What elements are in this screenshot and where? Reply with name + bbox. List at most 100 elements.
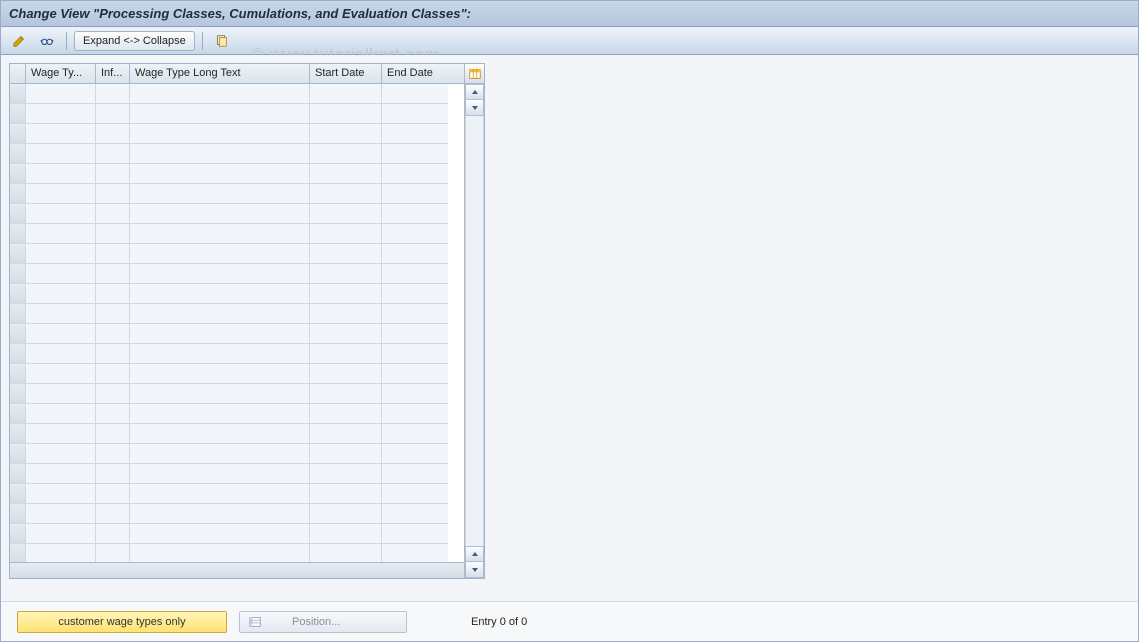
table-cell[interactable]	[310, 384, 382, 404]
table-cell[interactable]	[382, 344, 448, 364]
table-row[interactable]	[10, 384, 464, 404]
table-cell[interactable]	[310, 224, 382, 244]
table-cell[interactable]	[26, 104, 96, 124]
copy-button[interactable]	[210, 31, 234, 51]
table-row[interactable]	[10, 224, 464, 244]
table-cell[interactable]	[10, 144, 26, 164]
table-cell[interactable]	[310, 544, 382, 562]
table-cell[interactable]	[382, 244, 448, 264]
table-cell[interactable]	[26, 344, 96, 364]
table-row[interactable]	[10, 164, 464, 184]
table-cell[interactable]	[26, 124, 96, 144]
table-cell[interactable]	[130, 104, 310, 124]
table-cell[interactable]	[26, 304, 96, 324]
table-cell[interactable]	[130, 504, 310, 524]
table-cell[interactable]	[382, 464, 448, 484]
table-cell[interactable]	[26, 164, 96, 184]
column-end-date[interactable]: End Date	[382, 64, 448, 83]
table-cell[interactable]	[382, 304, 448, 324]
table-row[interactable]	[10, 444, 464, 464]
table-cell[interactable]	[310, 444, 382, 464]
table-cell[interactable]	[26, 424, 96, 444]
expand-collapse-button[interactable]: Expand <-> Collapse	[74, 31, 195, 51]
table-cell[interactable]	[96, 324, 130, 344]
scroll-up-button[interactable]	[465, 84, 484, 100]
table-cell[interactable]	[310, 484, 382, 504]
column-selector[interactable]	[10, 64, 26, 83]
table-cell[interactable]	[10, 284, 26, 304]
table-cell[interactable]	[96, 544, 130, 562]
table-cell[interactable]	[310, 344, 382, 364]
table-cell[interactable]	[382, 224, 448, 244]
table-cell[interactable]	[26, 284, 96, 304]
table-cell[interactable]	[10, 384, 26, 404]
column-inf[interactable]: Inf...	[96, 64, 130, 83]
table-cell[interactable]	[26, 144, 96, 164]
table-cell[interactable]	[310, 464, 382, 484]
table-cell[interactable]	[96, 304, 130, 324]
table-cell[interactable]	[130, 124, 310, 144]
table-cell[interactable]	[130, 464, 310, 484]
table-cell[interactable]	[382, 124, 448, 144]
table-cell[interactable]	[382, 264, 448, 284]
table-cell[interactable]	[26, 524, 96, 544]
table-cell[interactable]	[26, 244, 96, 264]
table-cell[interactable]	[10, 124, 26, 144]
scroll-down-button[interactable]	[465, 562, 484, 578]
table-cell[interactable]	[130, 144, 310, 164]
table-cell[interactable]	[96, 184, 130, 204]
table-row[interactable]	[10, 284, 464, 304]
table-cell[interactable]	[26, 384, 96, 404]
table-row[interactable]	[10, 124, 464, 144]
table-cell[interactable]	[130, 424, 310, 444]
table-cell[interactable]	[96, 524, 130, 544]
table-row[interactable]	[10, 464, 464, 484]
table-cell[interactable]	[130, 524, 310, 544]
scroll-down-small-button[interactable]	[465, 100, 484, 116]
table-cell[interactable]	[96, 104, 130, 124]
table-cell[interactable]	[130, 304, 310, 324]
table-cell[interactable]	[96, 384, 130, 404]
table-cell[interactable]	[96, 424, 130, 444]
table-cell[interactable]	[96, 84, 130, 104]
table-cell[interactable]	[10, 524, 26, 544]
table-cell[interactable]	[10, 464, 26, 484]
table-cell[interactable]	[382, 384, 448, 404]
table-cell[interactable]	[10, 164, 26, 184]
table-row[interactable]	[10, 364, 464, 384]
table-cell[interactable]	[10, 504, 26, 524]
table-cell[interactable]	[382, 104, 448, 124]
column-start-date[interactable]: Start Date	[310, 64, 382, 83]
table-cell[interactable]	[26, 84, 96, 104]
table-cell[interactable]	[10, 544, 26, 562]
table-row[interactable]	[10, 144, 464, 164]
table-cell[interactable]	[382, 144, 448, 164]
table-cell[interactable]	[310, 164, 382, 184]
table-settings-button[interactable]	[465, 64, 484, 84]
table-cell[interactable]	[310, 244, 382, 264]
table-cell[interactable]	[310, 504, 382, 524]
table-row[interactable]	[10, 484, 464, 504]
table-cell[interactable]	[130, 544, 310, 562]
table-cell[interactable]	[310, 364, 382, 384]
table-cell[interactable]	[130, 484, 310, 504]
table-row[interactable]	[10, 244, 464, 264]
table-cell[interactable]	[382, 364, 448, 384]
table-cell[interactable]	[26, 504, 96, 524]
table-cell[interactable]	[10, 484, 26, 504]
table-cell[interactable]	[10, 404, 26, 424]
table-cell[interactable]	[310, 84, 382, 104]
scroll-track[interactable]	[465, 116, 484, 546]
table-row[interactable]	[10, 204, 464, 224]
table-row[interactable]	[10, 344, 464, 364]
table-cell[interactable]	[96, 224, 130, 244]
table-cell[interactable]	[10, 304, 26, 324]
table-cell[interactable]	[130, 184, 310, 204]
table-cell[interactable]	[130, 84, 310, 104]
table-cell[interactable]	[130, 244, 310, 264]
table-cell[interactable]	[26, 264, 96, 284]
table-cell[interactable]	[96, 244, 130, 264]
edit-button[interactable]	[7, 31, 31, 51]
table-cell[interactable]	[130, 404, 310, 424]
table-row[interactable]	[10, 524, 464, 544]
